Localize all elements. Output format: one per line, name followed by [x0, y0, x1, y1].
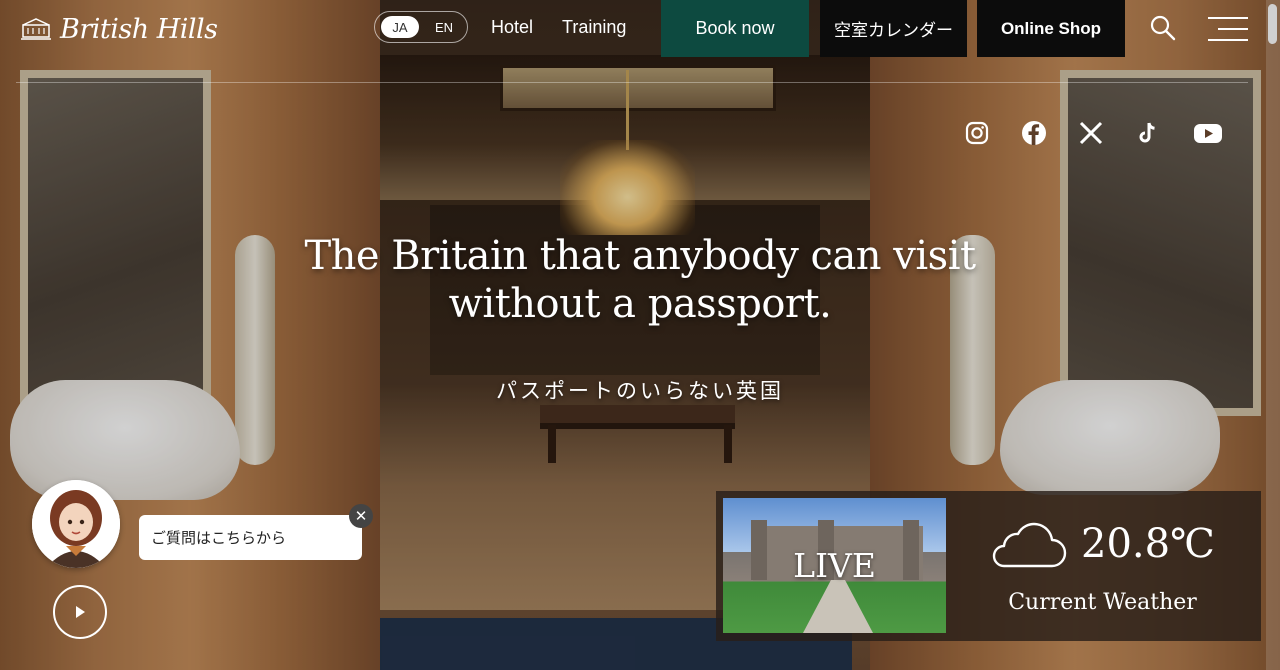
- nav-hotel[interactable]: Hotel: [491, 17, 533, 38]
- page-scrollbar[interactable]: [1266, 0, 1280, 670]
- logo-text: British Hills: [60, 14, 218, 45]
- temperature: 20.8℃: [1081, 521, 1215, 567]
- hamburger-menu-button[interactable]: [1208, 15, 1248, 43]
- scrollbar-thumb[interactable]: [1268, 4, 1277, 44]
- language-switcher: JA EN: [374, 11, 468, 43]
- search-icon[interactable]: [1149, 14, 1177, 42]
- lang-ja-button[interactable]: JA: [381, 16, 419, 38]
- hero-heading-line1: The Britain that anybody can visit: [304, 233, 976, 279]
- cloud-icon: [992, 522, 1067, 568]
- chat-message[interactable]: ご質問はこちらから: [139, 515, 362, 560]
- chat-message-text: ご質問はこちらから: [151, 530, 287, 547]
- current-weather-label: Current Weather: [1008, 590, 1197, 615]
- instagram-icon[interactable]: [963, 119, 991, 147]
- live-label: LIVE: [793, 546, 876, 585]
- x-icon[interactable]: [1077, 119, 1105, 147]
- hero-heading-line2: without a passport.: [448, 281, 832, 327]
- live-camera-thumbnail[interactable]: LIVE: [723, 498, 946, 633]
- book-now-button[interactable]: Book now: [661, 0, 809, 57]
- site-logo[interactable]: British Hills: [20, 14, 218, 45]
- vacancy-calendar-button[interactable]: 空室カレンダー: [820, 0, 967, 57]
- castle-path: [803, 580, 873, 633]
- menu-line: [1208, 39, 1248, 41]
- header-divider: [16, 82, 1248, 83]
- tiktok-icon[interactable]: [1134, 119, 1162, 147]
- play-video-button[interactable]: [53, 585, 107, 639]
- crest-icon: [21, 17, 51, 40]
- hero-heading: The Britain that anybody can visit witho…: [240, 232, 1040, 328]
- nav-training[interactable]: Training: [562, 17, 626, 38]
- facebook-icon[interactable]: [1020, 119, 1048, 147]
- concierge-avatar-icon: [32, 480, 120, 568]
- lang-en-button[interactable]: EN: [427, 20, 453, 35]
- close-icon[interactable]: ✕: [349, 504, 373, 528]
- chat-avatar[interactable]: [32, 480, 120, 568]
- online-shop-button[interactable]: Online Shop: [977, 0, 1125, 57]
- youtube-icon[interactable]: [1192, 119, 1224, 147]
- hero-subtitle: パスポートのいらない英国: [496, 380, 784, 403]
- menu-line: [1208, 17, 1248, 19]
- play-icon: [76, 606, 85, 618]
- site-header: British Hills JA EN Hotel Training Book …: [0, 0, 1280, 58]
- menu-line: [1218, 28, 1248, 30]
